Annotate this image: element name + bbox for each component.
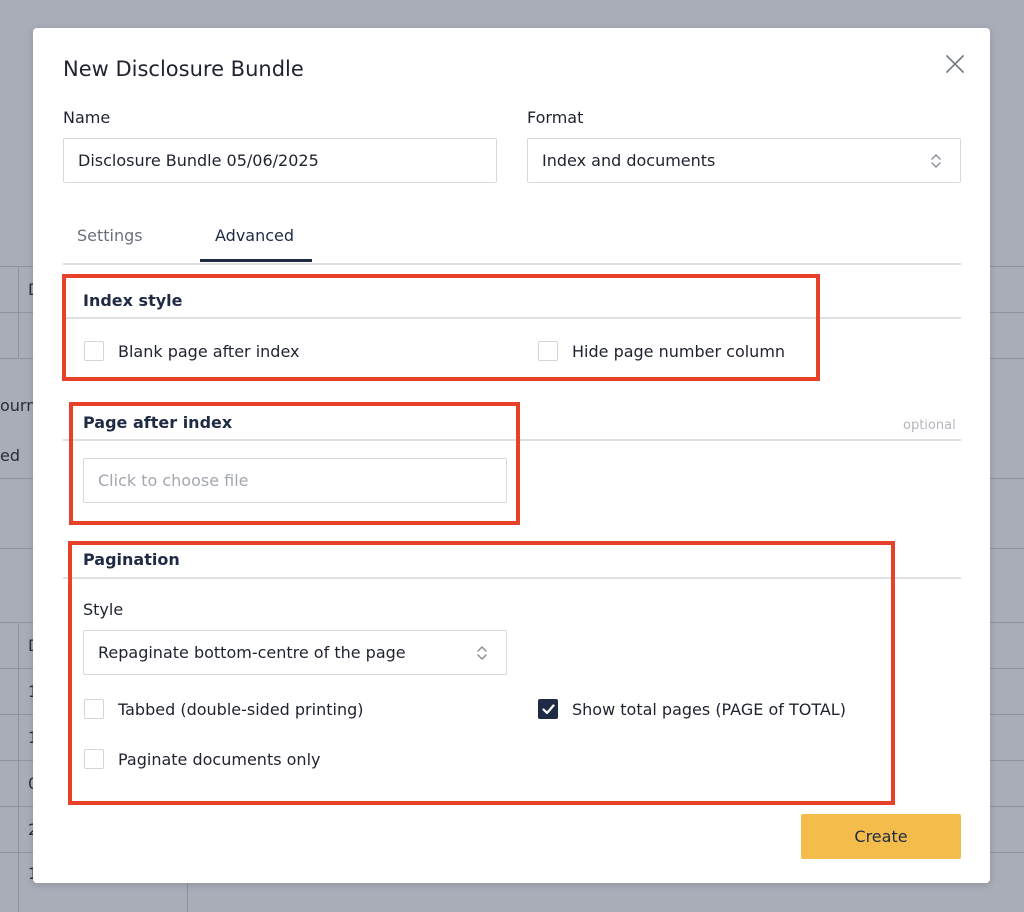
create-button[interactable]: Create [801, 814, 961, 859]
format-selected-value: Index and documents [542, 151, 716, 170]
dialog-title: New Disclosure Bundle [63, 57, 304, 81]
optional-hint: optional [903, 418, 956, 433]
close-icon[interactable] [943, 52, 967, 76]
name-label: Name [63, 108, 111, 127]
annotation-box-index-style [62, 274, 820, 381]
name-input[interactable] [63, 138, 497, 183]
tab-settings[interactable]: Settings [77, 226, 143, 245]
annotation-box-page-after-index [69, 402, 520, 525]
updown-chevron-icon [931, 154, 941, 168]
bg-cell-text: ourn [0, 396, 37, 415]
tab-advanced[interactable]: Advanced [215, 226, 294, 245]
active-tab-indicator [200, 259, 312, 262]
format-label: Format [527, 108, 584, 127]
new-bundle-dialog: New Disclosure Bundle Name Format Index … [33, 28, 990, 883]
bg-rule [18, 622, 19, 912]
bg-cell-text: ed [0, 446, 20, 465]
bg-rule [187, 882, 188, 912]
format-select[interactable]: Index and documents [527, 138, 961, 183]
tab-bar: Settings Advanced [63, 220, 961, 265]
bg-rule [18, 266, 19, 358]
annotation-box-pagination [68, 541, 895, 805]
